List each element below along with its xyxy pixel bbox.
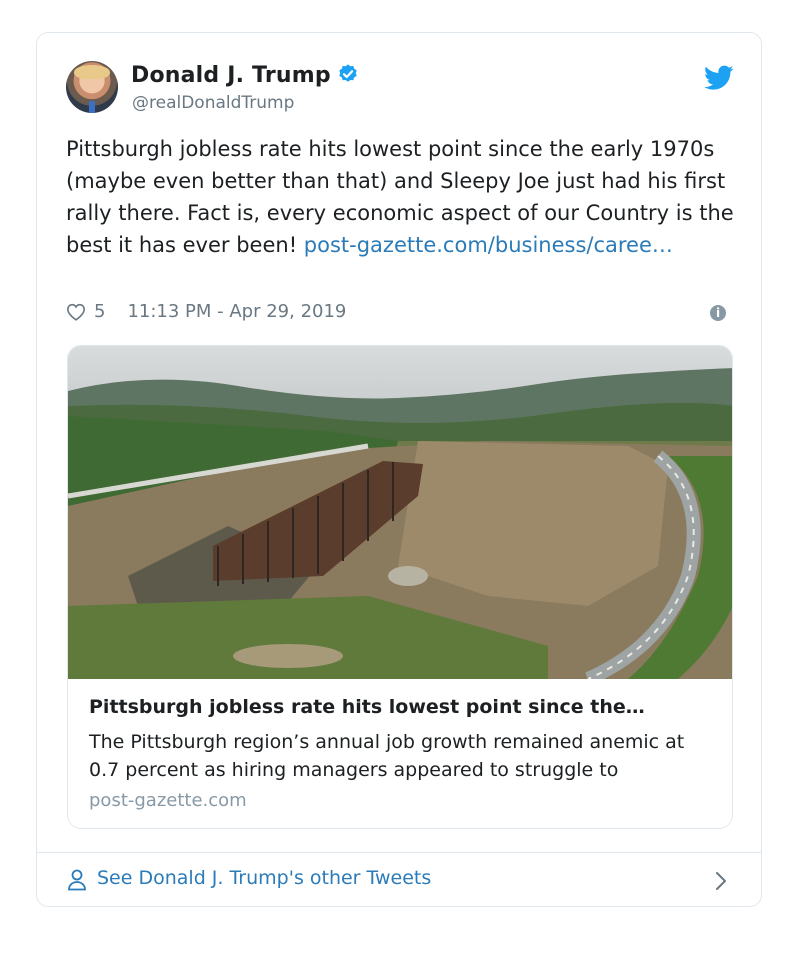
person-icon — [68, 869, 86, 891]
link-card-domain: post-gazette.com — [89, 790, 247, 811]
other-tweets-link[interactable]: See Donald J. Trump's other Tweets — [37, 853, 761, 907]
like-count[interactable]: 5 — [94, 301, 105, 322]
link-preview-card[interactable]: Pittsburgh jobless rate hits lowest poin… — [67, 345, 733, 829]
verified-badge-icon — [339, 64, 357, 82]
link-card-description: The Pittsburgh region’s annual job growt… — [89, 731, 685, 781]
avatar[interactable] — [66, 61, 118, 113]
author-handle[interactable]: @realDonaldTrump — [132, 93, 294, 113]
twitter-bird-icon[interactable] — [704, 65, 734, 91]
chevron-right-icon[interactable] — [715, 871, 727, 891]
tweet-embed-card: Donald J. Trump @realDonaldTrump Pittsbu… — [36, 32, 762, 907]
tweet-text: Pittsburgh jobless rate hits lowest poin… — [66, 133, 746, 261]
author-name[interactable]: Donald J. Trump — [131, 63, 331, 88]
info-icon[interactable]: i — [710, 305, 726, 321]
heart-icon[interactable] — [66, 303, 86, 321]
tweet-timestamp[interactable]: 11:13 PM - Apr 29, 2019 — [127, 301, 346, 322]
article-photo[interactable] — [68, 346, 733, 679]
author-name-row[interactable]: Donald J. Trump — [131, 63, 359, 88]
tweet-link[interactable]: post-gazette.com/business/caree… — [304, 233, 673, 257]
link-card-title[interactable]: Pittsburgh jobless rate hits lowest poin… — [89, 696, 715, 718]
other-tweets-label[interactable]: See Donald J. Trump's other Tweets — [97, 867, 431, 889]
tweet-meta: 5 11:13 PM - Apr 29, 2019 — [66, 301, 346, 322]
